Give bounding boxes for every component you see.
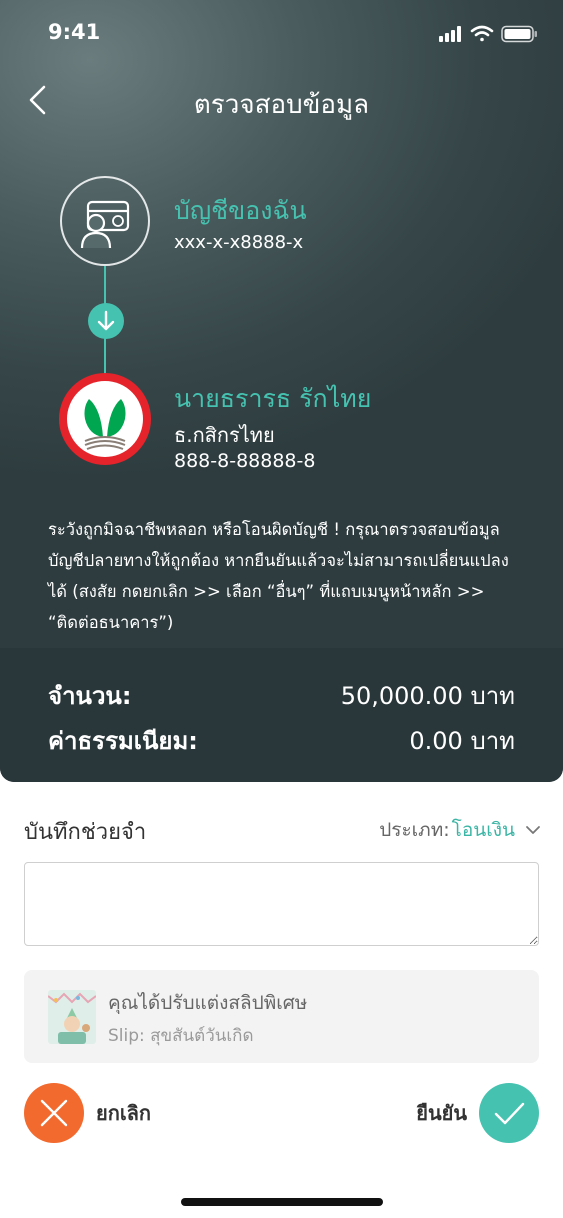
to-account-number: 888-8-88888-8 <box>174 450 316 472</box>
fee-label: ค่าธรรมเนียม: <box>48 727 198 755</box>
check-icon <box>479 1083 539 1143</box>
review-card: 9:41 ตรวจสอบข้อมูล บัญชีของฉัน xxx-x-x88… <box>0 0 563 782</box>
arrow-down-icon <box>88 303 124 339</box>
fee-row: ค่าธรรมเนียม: 0.00 บาท <box>48 721 515 761</box>
from-account-name: บัญชีของฉัน <box>174 196 307 225</box>
amount-value: 50,000.00 บาท <box>340 682 515 710</box>
battery-icon <box>501 25 537 43</box>
status-time: 9:41 <box>48 20 101 44</box>
close-icon <box>24 1083 84 1143</box>
amount-label: จำนวน: <box>48 682 132 710</box>
home-indicator[interactable] <box>181 1198 383 1206</box>
wifi-icon <box>470 25 494 42</box>
confirm-label: ยืนยัน <box>416 1101 467 1125</box>
status-bar: 9:41 <box>0 0 563 70</box>
signal-icon <box>439 26 461 42</box>
slip-subtitle: Slip: สุขสันต์วันเกิด <box>108 1026 254 1046</box>
to-account-name: นายธรารธ รักไทย <box>174 384 372 413</box>
to-account-bank: ธ.กสิกรไทย <box>174 423 275 447</box>
kbank-logo <box>59 373 151 465</box>
fraud-warning-text: ระวังถูกมิจฉาชีพหลอก หรือโอนผิดบัญชี ! ก… <box>48 520 509 632</box>
fee-value: 0.00 บาท <box>409 727 515 755</box>
slip-title: คุณได้ปรับแต่งสลิปพิเศษ <box>108 992 308 1014</box>
type-value: โอนเงิน <box>451 819 515 841</box>
custom-slip-card[interactable]: คุณได้ปรับแต่งสลิปพิเศษ Slip: สุขสันต์วั… <box>24 970 539 1063</box>
nav-bar: ตรวจสอบข้อมูล <box>0 70 563 130</box>
memo-label: บันทึกช่วยจำ <box>24 820 147 845</box>
account-card-icon <box>80 200 130 249</box>
from-account-number: xxx-x-x8888-x <box>174 232 304 253</box>
cancel-label: ยกเลิก <box>96 1101 152 1125</box>
cancel-button[interactable]: ยกเลิก <box>24 1082 151 1144</box>
chevron-down-icon <box>526 826 540 834</box>
amount-row: จำนวน: 50,000.00 บาท <box>48 676 515 716</box>
slip-thumbnail <box>48 990 96 1044</box>
memo-input[interactable] <box>24 862 539 946</box>
account-avatar <box>60 176 150 266</box>
transaction-type-selector[interactable]: ประเภท: โอนเงิน <box>379 816 541 844</box>
type-label: ประเภท: <box>379 819 450 841</box>
page-title: ตรวจสอบข้อมูล <box>193 90 370 120</box>
confirm-button[interactable]: ยืนยัน <box>416 1082 539 1144</box>
status-icons <box>439 25 537 43</box>
